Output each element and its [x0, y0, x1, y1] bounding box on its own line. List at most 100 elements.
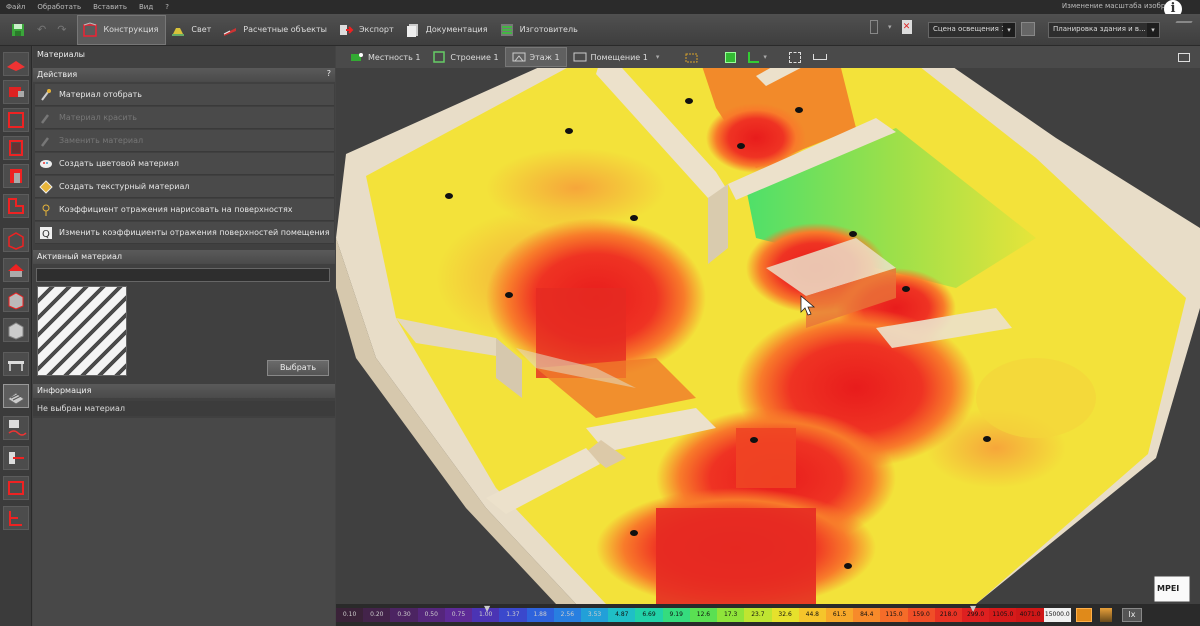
- chevron-down-icon[interactable]: ▾: [656, 53, 660, 61]
- tab-floor[interactable]: Этаж 1: [504, 47, 567, 67]
- scale-step: 15000.0: [1043, 608, 1071, 622]
- tool-door[interactable]: [3, 164, 29, 188]
- menu-help[interactable]: ?: [159, 3, 175, 11]
- layer-icon[interactable]: [870, 20, 878, 34]
- menu-file[interactable]: Файл: [0, 3, 31, 11]
- active-material-name-field[interactable]: [36, 268, 330, 282]
- delete-icon[interactable]: ✕: [901, 20, 912, 34]
- tool-room[interactable]: [3, 108, 29, 132]
- tab-calc-objects[interactable]: Расчетные объекты: [218, 15, 334, 45]
- brand-logo-text: MPEI: [1157, 584, 1179, 593]
- ribbon: ↶ ↷ Конструкция Свет Расчетные объекты Э…: [0, 14, 1200, 46]
- view-plan-button[interactable]: ▾: [742, 47, 773, 67]
- scale-step: 6.69: [635, 608, 663, 622]
- scale-handle-left[interactable]: ▼: [484, 604, 490, 613]
- tool-cut[interactable]: [3, 446, 29, 470]
- building-icon: [433, 51, 446, 63]
- dropdown-arrow-icon[interactable]: ▾: [888, 23, 892, 31]
- tab-manufacturer[interactable]: Изготовитель: [495, 15, 585, 45]
- tool-table[interactable]: [3, 352, 29, 376]
- building-plan-value: Планировка здания и в...: [1053, 25, 1146, 33]
- save-button[interactable]: [0, 15, 33, 45]
- select-button-label: Выбрать: [279, 363, 317, 372]
- tab-light-label: Свет: [191, 25, 212, 34]
- menu-process[interactable]: Обработать: [31, 3, 87, 11]
- tool-terrain[interactable]: [3, 52, 29, 76]
- export-icon: [339, 24, 354, 35]
- building-plan-select[interactable]: Планировка здания и в... ▾: [1048, 22, 1160, 38]
- tool-hierarchy[interactable]: [3, 506, 29, 530]
- chevron-down-icon[interactable]: ▾: [763, 53, 767, 61]
- scale-handle-right[interactable]: ▼: [970, 604, 976, 613]
- fit-view-button[interactable]: [783, 47, 807, 67]
- tool-building[interactable]: [3, 80, 29, 104]
- tool-cube-2[interactable]: [3, 318, 29, 342]
- tool-roof[interactable]: [3, 258, 29, 282]
- menu-insert[interactable]: Вставить: [87, 3, 133, 11]
- scale-step: 1.88: [526, 608, 554, 622]
- terrain-icon: [351, 53, 363, 61]
- floor-icon: [512, 52, 526, 62]
- cut-tool-icon: [9, 452, 24, 464]
- tab-construction[interactable]: Конструкция: [77, 14, 167, 45]
- orange-swatch-icon[interactable]: [1076, 608, 1092, 622]
- tab-light[interactable]: Свет: [166, 15, 218, 45]
- monitor-button[interactable]: [1172, 47, 1196, 67]
- scale-step: 17.3: [717, 608, 745, 622]
- action-paint-material[interactable]: Материал красить: [35, 107, 334, 129]
- select-tool-button[interactable]: [679, 47, 705, 67]
- tool-materials[interactable]: [3, 384, 29, 408]
- select-material-button[interactable]: Выбрать: [267, 360, 329, 376]
- tool-box[interactable]: [3, 228, 29, 252]
- tool-surface[interactable]: [3, 416, 29, 440]
- box-tool-icon: [8, 232, 24, 250]
- plan-edit-icon[interactable]: [1167, 21, 1193, 37]
- measure-icon: [812, 54, 827, 60]
- help-icon[interactable]: ?: [327, 69, 331, 78]
- tool-cube[interactable]: [3, 288, 29, 312]
- tab-documentation[interactable]: Документация: [401, 15, 495, 45]
- materials-panel: Материалы Действия ? Материал отобрать М…: [33, 46, 335, 626]
- action-label: Коэффициент отражения нарисовать на пове…: [59, 205, 293, 214]
- select-folder-icon: [685, 53, 698, 63]
- light-icon: [172, 27, 185, 36]
- scene-settings-icon[interactable]: [1021, 22, 1035, 36]
- scale-step: 84.4: [853, 608, 881, 622]
- reflectance-edit-icon: Q: [40, 226, 52, 240]
- 3d-viewport[interactable]: MPEI: [336, 68, 1200, 604]
- room-tool-icon: [8, 112, 24, 128]
- menu-view[interactable]: Вид: [133, 3, 159, 11]
- measure-button[interactable]: [807, 47, 833, 67]
- redo-button[interactable]: ↷: [53, 15, 73, 45]
- action-paint-reflectance[interactable]: Коэффициент отражения нарисовать на пове…: [35, 199, 334, 221]
- tab-building[interactable]: Строение 1: [426, 47, 504, 67]
- action-replace-material[interactable]: Заменить материал: [35, 130, 334, 152]
- action-pick-material[interactable]: Материал отобрать: [35, 84, 334, 106]
- undo-button[interactable]: ↶: [33, 15, 53, 45]
- tab-room[interactable]: Помещение 1 ▾: [567, 47, 666, 67]
- action-edit-room-reflectance[interactable]: Q Изменить коэффициенты отражения поверх…: [35, 222, 334, 244]
- reflectance-paint-icon: [42, 204, 50, 216]
- tool-window[interactable]: [3, 476, 29, 500]
- brush-icon: [41, 113, 49, 124]
- tab-export-label: Экспорт: [358, 25, 394, 34]
- gradient-swatch-icon[interactable]: [1100, 608, 1112, 622]
- fit-view-icon: [788, 51, 801, 63]
- tool-floor-plan[interactable]: [3, 194, 29, 218]
- action-label: Заменить материал: [59, 136, 144, 145]
- false-color-scale: 0.10 0.20 0.30 0.50 0.75 1.00 1.37 1.88 2.56 3.53…: [336, 608, 1071, 622]
- floor-plan-render[interactable]: MPEI: [336, 68, 1200, 604]
- action-create-color-material[interactable]: Создать цветовой материал: [35, 153, 334, 175]
- cube-green-icon: [725, 51, 737, 63]
- tool-wall[interactable]: [3, 136, 29, 160]
- view-3d-button[interactable]: [719, 47, 742, 67]
- unit-button[interactable]: lx: [1122, 608, 1142, 622]
- info-header-label: Информация: [37, 386, 92, 395]
- tab-export[interactable]: Экспорт: [334, 15, 401, 45]
- terrain-tool-icon: [7, 61, 25, 71]
- manufacturer-icon: [500, 23, 513, 36]
- tab-terrain[interactable]: Местность 1: [344, 47, 426, 67]
- texture-material-icon: [39, 179, 53, 194]
- action-create-texture-material[interactable]: Создать текстурный материал: [35, 176, 334, 198]
- lighting-scene-select[interactable]: Сцена освещения 1 ▾: [928, 22, 1016, 38]
